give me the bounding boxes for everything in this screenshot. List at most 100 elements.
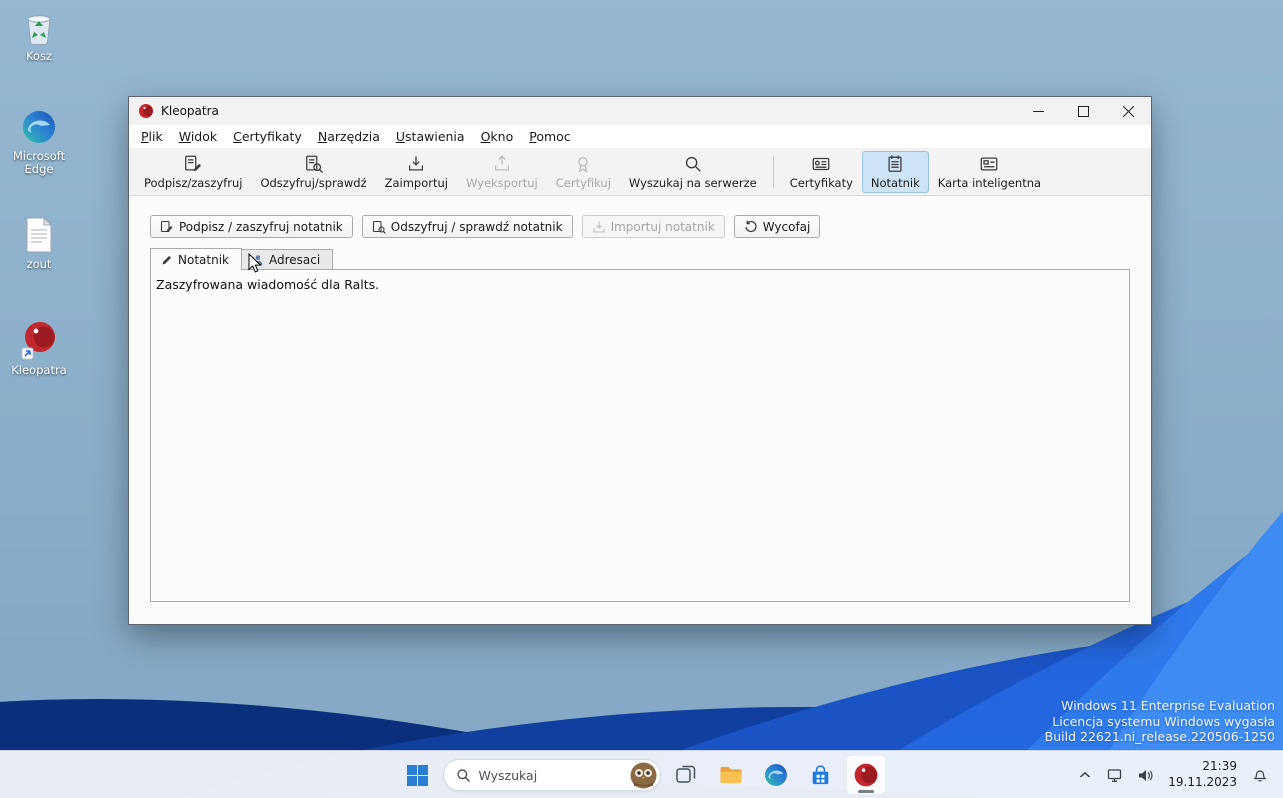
kleopatra-icon (854, 763, 877, 787)
taskbar-clock[interactable]: 21:39 19.11.2023 (1162, 759, 1243, 790)
undo-icon (745, 220, 757, 232)
toolbar-sign-encrypt[interactable]: Podpisz/zaszyfruj (135, 151, 251, 193)
notepad-tabs: Notatnik Adresaci (150, 248, 1130, 270)
sign-encrypt-icon (185, 155, 202, 172)
smartcard-icon (981, 157, 998, 171)
clock-time: 21:39 (1202, 759, 1237, 774)
edge-icon (764, 764, 787, 786)
task-view-button[interactable] (666, 755, 706, 795)
import-icon (409, 156, 424, 171)
file-explorer-button[interactable] (711, 755, 751, 795)
menu-plik[interactable]: Plik (133, 126, 171, 147)
toolbar-label: Odszyfruj/sprawdź (260, 176, 367, 190)
button-label: Wycofaj (762, 219, 811, 234)
desktop-icon-zout[interactable]: zout (4, 216, 74, 271)
file-explorer-icon (719, 766, 742, 784)
desktop: Kosz Microsoft Edge zout Kleopatra Windo… (0, 0, 1283, 798)
menu-widok[interactable]: Widok (171, 126, 225, 147)
kleopatra-taskbar-button[interactable] (845, 755, 886, 795)
start-button[interactable] (398, 755, 438, 795)
notepad-text: Zaszyfrowana wiadomość dla Ralts. (156, 277, 380, 292)
revert-button[interactable]: Wycofaj (733, 215, 821, 238)
toolbar-label: Karta inteligentna (937, 176, 1042, 190)
notepad-actions: Podpisz / zaszyfruj notatnik Odszyfruj /… (150, 215, 1130, 238)
watermark-line: Build 22621.ni_release.220506-1250 (1044, 728, 1275, 744)
watermark-line: Licencja systemu Windows wygasła (1052, 713, 1275, 729)
search-icon (456, 768, 470, 782)
toolbar-notepad[interactable]: Notatnik (861, 151, 929, 193)
search-placeholder: Wyszukaj (478, 767, 538, 783)
minimize-button[interactable] (1016, 97, 1061, 125)
edge-icon (23, 111, 55, 143)
titlebar[interactable]: Kleopatra (129, 97, 1151, 125)
network-icon (1107, 768, 1121, 782)
tray-chevron-up[interactable] (1072, 760, 1098, 790)
menu-narzedzia[interactable]: Narzędzia (310, 126, 388, 147)
toolbar-label: Zaimportuj (384, 176, 448, 190)
import-icon (593, 221, 605, 233)
notepad-icon (888, 155, 902, 172)
speaker-icon (1138, 769, 1153, 781)
toolbar-certificates[interactable]: Certyfikaty (781, 151, 862, 193)
close-icon (1123, 105, 1134, 117)
toolbar-smartcard[interactable]: Karta inteligentna (929, 151, 1050, 193)
menu-ustawienia[interactable]: Ustawienia (388, 126, 473, 147)
sign-encrypt-notepad-button[interactable]: Podpisz / zaszyfruj notatnik (150, 215, 353, 238)
notification-bell[interactable] (1247, 760, 1273, 790)
menu-okno[interactable]: Okno (473, 126, 522, 147)
menubar: Plik Widok Certyfikaty Narzędzia Ustawie… (129, 125, 1151, 149)
desktop-icon-recycle-bin[interactable]: Kosz (4, 10, 74, 63)
document-icon (26, 216, 53, 253)
search-icon (685, 156, 701, 172)
close-button[interactable] (1106, 97, 1151, 125)
windows-logo-icon (407, 764, 428, 786)
kleopatra-icon (21, 322, 55, 360)
certificates-icon (812, 157, 830, 171)
tab-notatnik[interactable]: Notatnik (150, 248, 242, 270)
decrypt-verify-icon (372, 220, 386, 234)
menu-pomoc[interactable]: Pomoc (521, 126, 578, 147)
desktop-icon-label: Microsoft Edge (12, 149, 66, 177)
kleopatra-logo-icon (139, 104, 153, 118)
desktop-icon-label: Kosz (25, 49, 53, 63)
menu-certyfikaty[interactable]: Certyfikaty (225, 126, 310, 147)
decrypt-verify-icon (305, 155, 323, 174)
pencil-icon (162, 255, 172, 265)
store-button[interactable] (801, 755, 841, 795)
desktop-icon-edge[interactable]: Microsoft Edge (4, 108, 74, 176)
bell-icon (1253, 770, 1267, 782)
toolbar-import[interactable]: Zaimportuj (376, 151, 457, 193)
window-title: Kleopatra (161, 104, 219, 118)
toolbar-decrypt-verify[interactable]: Odszyfruj/sprawdź (251, 151, 375, 193)
kleopatra-window: Kleopatra Plik Widok Certyfikaty Narzędz… (128, 96, 1152, 625)
toolbar-lookup-server[interactable]: Wyszukaj na serwerze (620, 151, 766, 193)
toolbar-label: Certyfikaty (789, 176, 853, 190)
decrypt-verify-notepad-button[interactable]: Odszyfruj / sprawdź notatnik (361, 215, 573, 238)
edge-taskbar-button[interactable] (756, 755, 796, 795)
sign-encrypt-icon (160, 220, 173, 232)
recycle-bin-icon (27, 15, 51, 46)
toolbar-certify: Certyfikuj (547, 151, 620, 193)
import-notepad-button: Importuj notatnik (581, 215, 725, 238)
toolbar-label: Notatnik (870, 176, 920, 190)
chevron-up-icon (1080, 771, 1091, 778)
tab-label: Adresaci (268, 253, 321, 267)
desktop-icon-label: zout (26, 257, 52, 271)
notepad-editor[interactable]: Zaszyfrowana wiadomość dla Ralts. (150, 269, 1130, 602)
desktop-icon-kleopatra[interactable]: Kleopatra (4, 320, 74, 377)
tray-volume[interactable] (1132, 760, 1158, 790)
notepad-view: Podpisz / zaszyfruj notatnik Odszyfruj /… (129, 196, 1151, 624)
maximize-button[interactable] (1061, 97, 1106, 125)
search-box[interactable]: Wyszukaj (442, 759, 661, 791)
watermark-line: Windows 11 Enterprise Evaluation (1061, 698, 1275, 714)
windows-watermark: Windows 11 Enterprise Evaluation Licencj… (1045, 698, 1275, 744)
mouse-cursor (248, 253, 262, 273)
button-label: Odszyfruj / sprawdź notatnik (390, 219, 563, 234)
toolbar-label: Certyfikuj (555, 176, 611, 190)
search-highlight-owl-icon (630, 762, 656, 788)
tray-network[interactable] (1102, 760, 1128, 790)
toolbar-export: Wyeksportuj (457, 151, 547, 193)
clock-date: 19.11.2023 (1168, 775, 1237, 789)
taskbar: Wyszukaj 21:39 19.11.2023 (0, 750, 1283, 798)
toolbar-separator (772, 156, 774, 188)
